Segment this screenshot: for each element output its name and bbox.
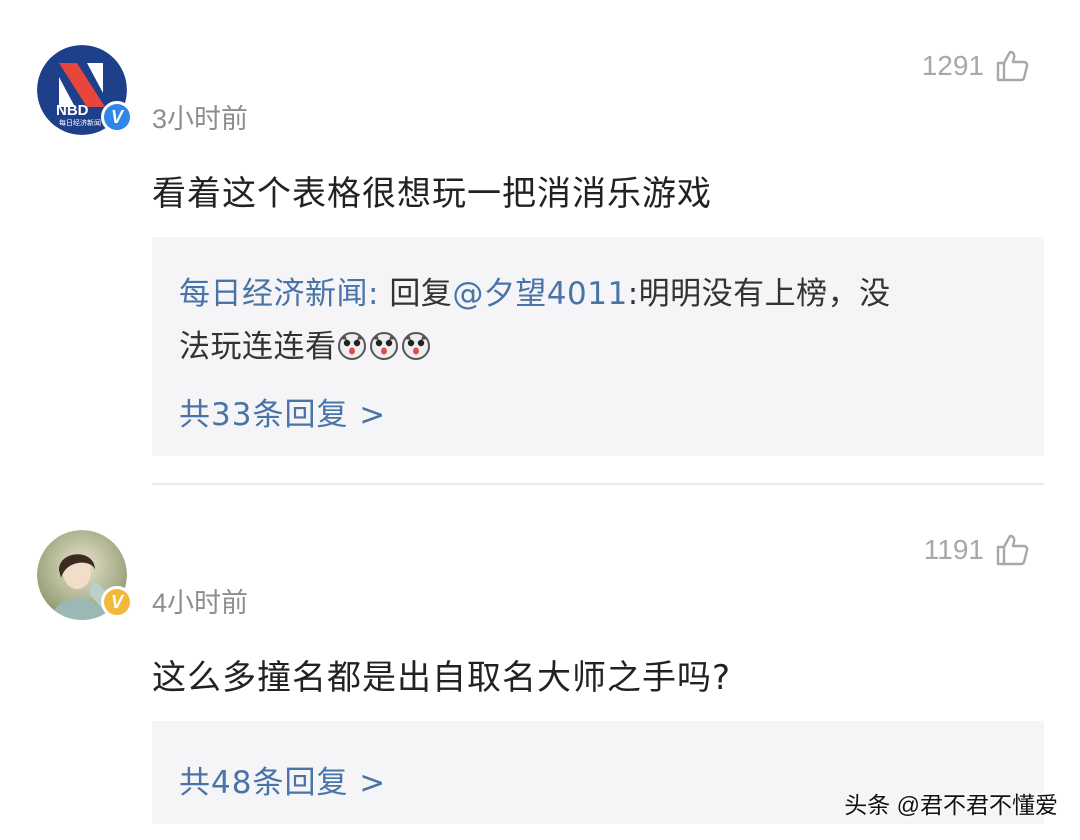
verified-badge-icon: V [101, 101, 133, 133]
view-replies-link[interactable]: 共33条回复 > [179, 389, 386, 434]
svg-text:NBD: NBD [56, 102, 89, 119]
view-replies-link[interactable]: 共48条回复 > [179, 757, 386, 802]
comment-time: 3小时前 [152, 104, 249, 134]
avatar-user[interactable]: V [37, 530, 133, 620]
dog-emoji-icon [337, 332, 366, 360]
like-button[interactable]: 1291 [922, 48, 1030, 84]
like-count: 1191 [923, 534, 984, 565]
reply-prefix: 回复 [389, 276, 453, 312]
reply-preview-line-1: 每日经济新闻: 回复@夕望4011:明明没有上榜，没 [179, 269, 1004, 319]
comment-divider [152, 483, 1044, 485]
thumbs-up-icon [996, 534, 1029, 566]
thumbs-up-icon [996, 50, 1029, 82]
reply-preview-line-2: 法玩连连看 [179, 322, 1004, 372]
like-button[interactable]: 1191 [924, 532, 1030, 568]
comment-time: 4小时前 [152, 588, 249, 618]
like-count: 1291 [921, 50, 984, 81]
svg-text:每日经济新闻: 每日经济新闻 [59, 118, 101, 127]
reply-text-1: :明明没有上榜，没 [627, 276, 891, 312]
reply-preview-box[interactable]: 每日经济新闻: 回复@夕望4011:明明没有上榜，没 法玩连连看 共33条回复 … [152, 237, 1044, 456]
comments-page: NBD 每日经济新闻 V 3小时前 1291 看着这个表格很想玩一把消消乐游戏 … [0, 0, 1080, 840]
dog-emoji-icon [369, 332, 398, 360]
watermark: 头条 @君不君不懂爱 [844, 792, 1058, 818]
dog-emoji-icon [401, 332, 430, 360]
avatar-nbd[interactable]: NBD 每日经济新闻 V [37, 45, 133, 135]
reply-author[interactable]: 每日经济新闻: [179, 276, 379, 312]
verified-badge-icon: V [101, 586, 133, 618]
comment-text: 这么多撞名都是出自取名大师之手吗? [152, 658, 732, 698]
comment-text: 看着这个表格很想玩一把消消乐游戏 [152, 174, 712, 214]
reply-mention[interactable]: @夕望4011 [452, 276, 627, 312]
reply-text-2: 法玩连连看 [179, 329, 337, 365]
